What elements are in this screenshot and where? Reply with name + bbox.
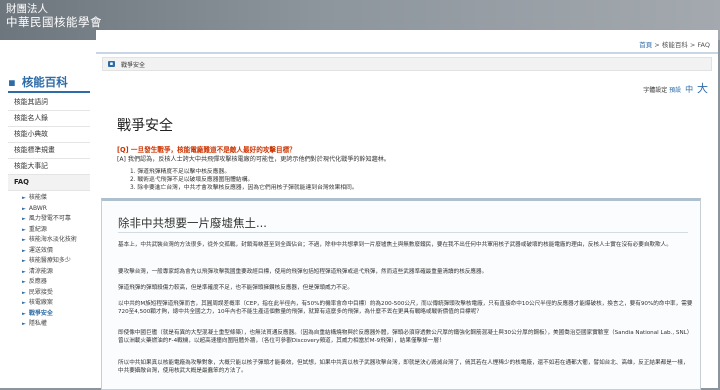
faq-sub-item[interactable]: ► 隱私權 (8, 319, 90, 330)
article-divider (118, 232, 688, 233)
breadcrumb-separator: > (652, 41, 662, 49)
bullet-icon: ▪ (8, 75, 16, 89)
faq-sub-item[interactable]: ► 核能海水淡化技術 (8, 235, 90, 246)
section-bar: ▪ 戰爭安全 (102, 57, 712, 71)
faq-sub-item-label: 核電廠案 (28, 299, 53, 306)
arrow-icon: ► (22, 226, 26, 233)
breadcrumb-section[interactable]: 核能百科 (662, 41, 688, 49)
faq-answer: [A] 我們認為，反核人士誇大中共飛彈攻擊核電廠的可能性，更誇示他們對於現代化戰… (117, 156, 390, 163)
faq-sub-item[interactable]: ► ABWR (8, 204, 90, 215)
sidebar-item[interactable]: 核能標準規畫 (8, 143, 90, 159)
faq-sub-item-label: 隱私權 (28, 320, 47, 327)
list-item: 3. 除非要進亡台灣，中共才會攻擊核反應器，因為它們用核子彈就能達到台灣效果相同… (130, 185, 358, 191)
article-paragraph: 基本上，中共武裝台灣的方法很多，從外交孤戰，封鎖海峽甚至到全面佔台；不過，除非中… (118, 242, 672, 248)
arrow-icon: ► (22, 289, 26, 296)
logo-line-2: 中華民國核能學會 (6, 15, 102, 29)
breadcrumb: 首頁 > 核能百科 > FAQ (639, 39, 710, 49)
faq-sub-item[interactable]: ► 核能醫療知多少 (8, 256, 90, 267)
article-title: 除非中共想要一片廢墟焦土... (118, 216, 267, 230)
sidebar-item[interactable]: 核能大事記 (8, 159, 90, 175)
faq-sub-item-label: 清涼能源 (28, 267, 53, 275)
arrow-icon: ► (22, 237, 26, 243)
faq-question: [Q] 一旦發生戰爭，核能電廠難道不是敵人最好的攻擊目標？ (117, 146, 296, 154)
arrow-icon: ► (22, 300, 26, 306)
breadcrumb-current: FAQ (697, 41, 710, 49)
arrow-icon: ► (22, 216, 26, 222)
sidebar-item[interactable]: 核能名人錄 (8, 111, 90, 127)
article-paragraph: 所以中共如果真以核能電廠為攻擊對象，大概只能以核子彈頭才能奏效，但試想，如果中共… (118, 360, 689, 374)
article-paragraph: 彈道飛彈的彈頭殺傷力較高，但是準確度不足，也不能彈頭擁鑽核反應器，但是彈頭威力不… (118, 285, 353, 291)
sidebar-item[interactable]: 核能小典故 (8, 127, 90, 143)
faq-sub-item-label: 反應器 (28, 278, 47, 285)
page-title: 戰爭安全 (117, 118, 173, 134)
faq-sub-item-label: 重紀源 (28, 225, 47, 233)
faq-sub-item-label: 戰爭安全 (28, 309, 53, 317)
article-paragraph: 即使像中國巨艦（就是有異的大型混凝土重型條築），也無法貫通反應器。（因為自重結構… (118, 330, 693, 344)
faq-sub-item[interactable]: ► 反應器 (8, 277, 90, 288)
faq-sub-item-label: 風力發電不可靠 (28, 215, 71, 222)
sidebar-nav: 核能其語詞 核能名人錄 核能小典故 核能標準規畫 核能大事記 FAQ ► 核能傑 … (8, 95, 90, 330)
breadcrumb-separator: > (687, 41, 698, 49)
faq-sub-item[interactable]: ► 核能傑 (8, 193, 90, 204)
faq-sub-item[interactable]: ► 核電廠案 (8, 298, 90, 309)
font-size-default-button[interactable]: 預設 (669, 87, 681, 94)
sidebar-item-faq[interactable]: FAQ (8, 175, 90, 191)
article-box: 除非中共想要一片廢墟焦土... 基本上，中共武裝台灣的方法很多，從外交孤戰，封鎖… (101, 198, 701, 390)
sidebar-divider (8, 91, 90, 93)
list-item: 1. 彈道飛彈精度不足以擊中核反應器。 (130, 169, 231, 175)
header-divider (96, 52, 718, 54)
arrow-icon: ► (22, 321, 26, 327)
arrow-icon: ► (22, 258, 26, 264)
sidebar-item[interactable]: 核能其語詞 (8, 95, 90, 111)
font-size-setting: 字體設定 預設 中 大 (643, 80, 708, 96)
faq-sub-item[interactable]: ► 風力發電不可靠 (8, 214, 90, 225)
arrow-icon: ► (22, 247, 26, 254)
arrow-icon: ► (22, 268, 26, 275)
left-sidebar: ▪ 核能百科 核能其語詞 核能名人錄 核能小典故 核能標準規畫 核能大事記 FA… (0, 40, 96, 388)
site-logo[interactable]: 財團法人 中華民國核能學會 (6, 3, 102, 29)
faq-sub-item-label: 民眾接受 (28, 288, 53, 296)
answer-list: 1. 彈道飛彈精度不足以擊中核反應器。 2. 戰術巡弋飛彈不足以破壞反應器圍阻體… (130, 168, 358, 192)
faq-sub-item[interactable]: ► 重紀源 (8, 225, 90, 236)
section-label: 戰爭安全 (121, 62, 146, 69)
faq-sub-item-label: 核能傑 (28, 194, 47, 201)
arrow-icon: ► (22, 205, 26, 212)
faq-sub-item-label: 核能醫療知多少 (28, 257, 71, 264)
font-size-label: 字體設定 (643, 87, 668, 94)
sidebar-title: ▪ 核能百科 (8, 74, 68, 90)
font-size-large-button[interactable]: 大 (697, 82, 708, 95)
faq-sub-item[interactable]: ► 清涼能源 (8, 267, 90, 278)
main-content: 首頁 > 核能百科 > FAQ ▪ 戰爭安全 字體設定 預設 中 大 戰爭安全 … (96, 30, 718, 390)
faq-sub-item-active[interactable]: ► 戰爭安全 (8, 309, 90, 320)
faq-submenu: ► 核能傑 ► ABWR ► 風力發電不可靠 ► 重紀源 ► 核能海水淡化技術 ► 運送效價… (8, 191, 90, 330)
arrow-icon: ► (22, 195, 26, 201)
breadcrumb-home[interactable]: 首頁 (639, 41, 652, 49)
article-paragraph: 要攻擊台灣，一般專家認為會先以飛彈攻擊我國重要政經目標，使用的飛彈包括短程彈道飛… (118, 269, 488, 275)
sidebar-title-text: 核能百科 (21, 75, 68, 89)
font-size-medium-button[interactable]: 中 (685, 85, 693, 94)
article-paragraph: 以中共的M族短程彈道飛彈而言，其圓周誤差概率（CEP，指在此半徑內，有50%的機… (118, 301, 693, 315)
arrow-icon: ► (22, 310, 26, 317)
faq-sub-item-label: 核能海水淡化技術 (28, 236, 77, 243)
arrow-icon: ► (22, 279, 26, 285)
list-item: 2. 戰術巡弋飛彈不足以破壞反應器圍阻體結構。 (130, 177, 254, 183)
faq-sub-item-label: 運送效價 (28, 246, 53, 254)
faq-sub-item[interactable]: ► 運送效價 (8, 246, 90, 257)
document-icon: ▪ (108, 61, 115, 67)
faq-sub-item-label: ABWR (28, 204, 47, 212)
faq-sub-item[interactable]: ► 民眾接受 (8, 288, 90, 299)
